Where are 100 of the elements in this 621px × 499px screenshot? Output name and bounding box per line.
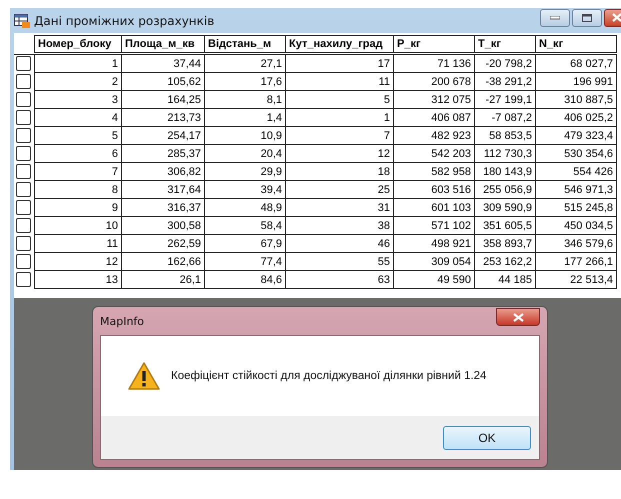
row-checkbox[interactable] [16, 92, 31, 107]
table-cell: 450 034,5 [536, 216, 616, 234]
table-cell: 2 [34, 72, 122, 90]
row-checkbox[interactable] [16, 74, 31, 89]
table-cell: 18 [286, 162, 394, 180]
row-checkbox[interactable] [16, 110, 31, 125]
table-cell: 309 590,9 [474, 198, 536, 216]
table-cell: 254,17 [122, 126, 204, 144]
table-cell: 22 513,4 [536, 270, 616, 288]
table-cell: 7 [34, 162, 122, 180]
table-cell: 12 [286, 144, 394, 162]
table-cell: 13 [34, 270, 122, 288]
table-cell: 44 185 [474, 270, 536, 288]
close-icon [512, 312, 524, 322]
maximize-button[interactable] [572, 8, 602, 26]
row-checkbox[interactable] [16, 218, 31, 233]
table-cell: 8,1 [204, 90, 286, 108]
row-checkbox[interactable] [16, 128, 31, 143]
table-cell: 312 075 [394, 90, 474, 108]
row-checkbox[interactable] [16, 182, 31, 197]
table-cell: 55 [286, 252, 394, 270]
table-cell: 358 893,7 [474, 234, 536, 252]
table-cell: 10,9 [204, 126, 286, 144]
table-cell: 196 991 [536, 72, 616, 90]
table-cell: 1,4 [204, 108, 286, 126]
message-text: Коефіцієнт стійкості для досліджуваної ділянки рівний 1.24 [171, 370, 486, 382]
table-cell: 77,4 [204, 252, 286, 270]
column-header[interactable]: N_кг [536, 36, 616, 52]
minimize-icon [550, 16, 560, 20]
table-cell: 253 162,2 [474, 252, 536, 270]
table-cell: 306,82 [122, 162, 204, 180]
table-cell: 37,44 [122, 54, 204, 72]
row-checkbox[interactable] [16, 272, 31, 287]
close-icon [612, 13, 621, 22]
column-header[interactable]: Площа_м_кв [122, 36, 204, 52]
table-cell: 310 887,5 [536, 90, 616, 108]
table-cell: 105,62 [122, 72, 204, 90]
table-cell: 46 [286, 234, 394, 252]
table-icon [14, 14, 30, 28]
table-cell: 406 087 [394, 108, 474, 126]
table-cell: 7 [286, 126, 394, 144]
table-cell: 27,1 [204, 54, 286, 72]
table-cell: 8 [34, 180, 122, 198]
table-cell: 11 [286, 72, 394, 90]
table-cell: 58 853,5 [474, 126, 536, 144]
column-header[interactable]: P_кг [394, 36, 474, 52]
minimize-button[interactable] [540, 8, 570, 26]
ok-button[interactable]: OK [443, 426, 531, 450]
table-cell: 316,37 [122, 198, 204, 216]
table-cell: 26,1 [122, 270, 204, 288]
table-cell: -7 087,2 [474, 108, 536, 126]
table-cell: 38 [286, 216, 394, 234]
table-cell: 255 056,9 [474, 180, 536, 198]
table-cell: 84,6 [204, 270, 286, 288]
column-header[interactable]: Кут_нахилу_град [286, 36, 394, 52]
table-cell: 112 730,3 [474, 144, 536, 162]
table-cell: 4 [34, 108, 122, 126]
row-checkbox[interactable] [16, 164, 31, 179]
table-cell: -20 798,2 [474, 54, 536, 72]
table-cell: 31 [286, 198, 394, 216]
row-checkbox[interactable] [16, 146, 31, 161]
dialog-title: MapInfo [100, 314, 144, 328]
column-header[interactable]: Відстань_м [204, 36, 286, 52]
row-checkbox[interactable] [16, 56, 31, 72]
table-cell: 262,59 [122, 234, 204, 252]
table-cell: 63 [286, 270, 394, 288]
table-cell: 300,58 [122, 216, 204, 234]
table-cell: 17,6 [204, 72, 286, 90]
column-header[interactable]: Номер_блоку [34, 36, 122, 52]
table-cell: 1 [34, 54, 122, 72]
table-cell: 406 025,2 [536, 108, 616, 126]
table-cell: 482 923 [394, 126, 474, 144]
table-cell: 39,4 [204, 180, 286, 198]
warning-icon [127, 361, 161, 391]
table-cell: 582 958 [394, 162, 474, 180]
table-cell: -27 199,1 [474, 90, 536, 108]
table-cell: 213,73 [122, 108, 204, 126]
table-cell: 285,37 [122, 144, 204, 162]
row-checkbox[interactable] [16, 254, 31, 269]
table-cell: 49 590 [394, 270, 474, 288]
maximize-icon [582, 14, 592, 22]
table-cell: 67,9 [204, 234, 286, 252]
table-cell: 71 136 [394, 54, 474, 72]
row-checkbox[interactable] [16, 236, 31, 251]
table-cell: 554 426 [536, 162, 616, 180]
table-cell: 10 [34, 216, 122, 234]
table-cell: 25 [286, 180, 394, 198]
table-cell: 58,4 [204, 216, 286, 234]
table-cell: 68 027,7 [536, 54, 616, 72]
table-cell: 479 323,4 [536, 126, 616, 144]
table-cell: 498 921 [394, 234, 474, 252]
table-cell: 603 516 [394, 180, 474, 198]
table-cell: 601 103 [394, 198, 474, 216]
table-cell: 1 [286, 108, 394, 126]
table-cell: 5 [34, 126, 122, 144]
row-checkbox[interactable] [16, 200, 31, 215]
column-header[interactable]: T_кг [474, 36, 536, 52]
table-cell: 11 [34, 234, 122, 252]
close-button[interactable] [496, 308, 540, 326]
table-cell: 571 102 [394, 216, 474, 234]
